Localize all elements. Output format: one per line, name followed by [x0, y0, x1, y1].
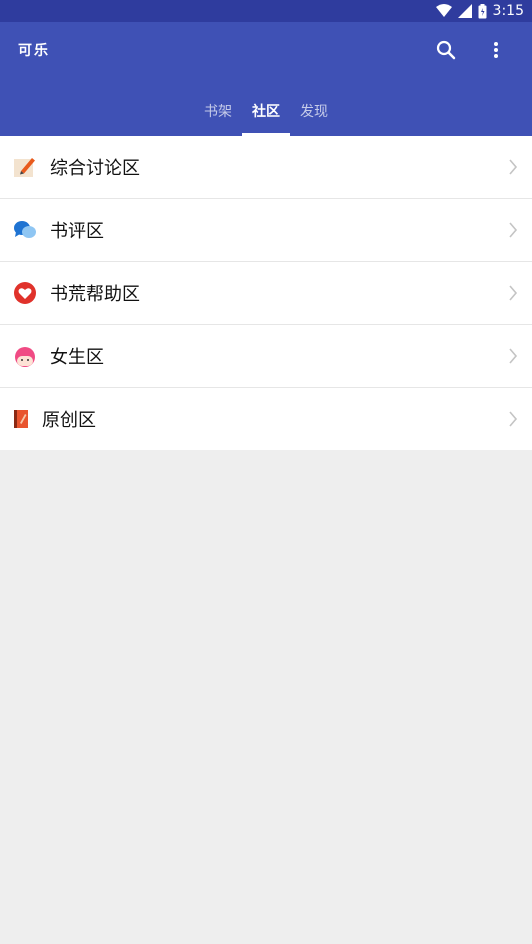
list-item-original[interactable]: 原创区 [0, 388, 532, 450]
tab-discover[interactable]: 发现 [290, 86, 338, 136]
wifi-icon [435, 4, 452, 17]
list-item-book-reviews[interactable]: 书评区 [0, 199, 532, 262]
tab-bar: 书架 社区 发现 [0, 86, 532, 136]
chevron-right-icon [509, 285, 518, 301]
forum-list: 综合讨论区 书评区 书荒帮助区 女生区 原创区 [0, 136, 532, 450]
list-item-label: 女生区 [50, 347, 104, 368]
battery-icon [478, 3, 487, 18]
tab-label: 社区 [252, 104, 280, 120]
chevron-right-icon [509, 159, 518, 175]
chevron-right-icon [509, 222, 518, 238]
tab-label: 发现 [300, 104, 328, 120]
app-title: 可乐 [18, 43, 50, 59]
status-bar: 3:15 [0, 0, 532, 22]
girl-face-icon [15, 347, 35, 367]
list-item-label: 书荒帮助区 [50, 284, 140, 305]
list-item-girls[interactable]: 女生区 [0, 325, 532, 388]
search-icon[interactable] [434, 38, 458, 62]
tab-community[interactable]: 社区 [242, 86, 290, 136]
signal-icon [457, 4, 472, 18]
heart-icon [14, 282, 36, 304]
list-item-label: 书评区 [50, 221, 104, 242]
book-icon [14, 410, 28, 428]
chevron-right-icon [509, 348, 518, 364]
list-item-book-help[interactable]: 书荒帮助区 [0, 262, 532, 325]
tab-label: 书架 [204, 104, 232, 120]
list-item-label: 原创区 [42, 410, 96, 431]
tab-bookshelf[interactable]: 书架 [194, 86, 242, 136]
notepad-pencil-icon [14, 158, 35, 177]
list-item-general-discussion[interactable]: 综合讨论区 [0, 136, 532, 199]
list-item-label: 综合讨论区 [50, 158, 140, 179]
app-bar: 可乐 书架 社区 发现 [0, 22, 532, 136]
chat-bubbles-icon [14, 221, 36, 238]
more-vert-icon[interactable] [484, 38, 508, 62]
status-time: 3:15 [492, 3, 524, 19]
chevron-right-icon [509, 411, 518, 427]
